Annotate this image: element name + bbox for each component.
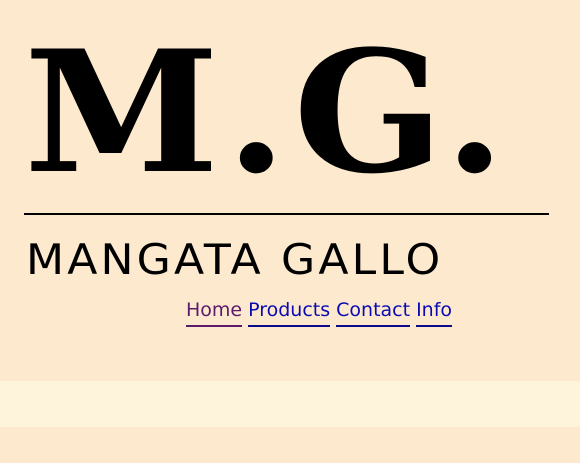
logo-wordmark: MANGATA GALLO [26, 235, 444, 284]
logo-monogram: M.G. [24, 13, 512, 211]
logo-divider [24, 213, 549, 215]
site-logo: M.G. MANGATA GALLO [0, 0, 580, 290]
content-band [0, 381, 580, 427]
nav-link-products[interactable]: Products [248, 297, 331, 327]
page: M.G. MANGATA GALLO Home Products Contact… [0, 0, 580, 463]
nav-link-contact[interactable]: Contact [336, 297, 411, 327]
main-nav: Home Products Contact Info [186, 297, 453, 327]
nav-link-home[interactable]: Home [186, 297, 243, 327]
nav-link-info[interactable]: Info [416, 297, 453, 327]
